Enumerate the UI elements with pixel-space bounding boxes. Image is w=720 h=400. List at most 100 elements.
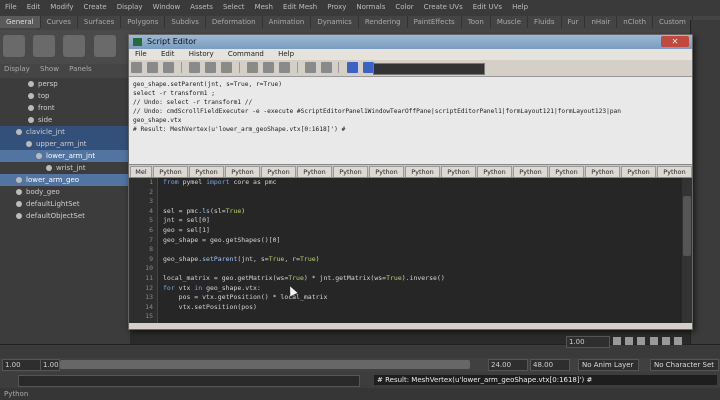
echo-commands-icon[interactable] <box>188 62 200 73</box>
clear-history-icon[interactable] <box>221 62 233 73</box>
list-icon[interactable] <box>321 62 333 73</box>
menu-item[interactable]: File <box>0 0 22 11</box>
shelf-tab[interactable]: General <box>0 16 41 28</box>
script-tab[interactable]: Python <box>297 166 332 177</box>
shelf-tab[interactable]: nCloth <box>617 16 654 28</box>
range-end-outer-field[interactable]: 48.00 <box>530 359 570 371</box>
script-tab[interactable]: Python <box>441 166 476 177</box>
menu-edit[interactable]: Edit <box>155 49 181 58</box>
shelf-tab[interactable]: Fur <box>562 16 586 28</box>
outliner-menu-display[interactable]: Display <box>4 65 30 73</box>
shelf-tab[interactable]: Surfaces <box>78 16 122 28</box>
menu-item[interactable]: Create <box>78 0 111 11</box>
menu-item[interactable]: Modify <box>45 0 78 11</box>
outliner-item[interactable]: body_geo <box>0 186 130 198</box>
range-end-field[interactable]: 24.00 <box>488 359 528 371</box>
play-forward-icon[interactable] <box>649 337 658 345</box>
close-button[interactable]: ✕ <box>661 36 689 47</box>
script-tab[interactable]: Python <box>333 166 368 177</box>
outliner-item[interactable]: upper_arm_jnt <box>0 138 130 150</box>
show-input-icon[interactable] <box>263 62 275 73</box>
range-slider-bar[interactable] <box>60 360 470 369</box>
menu-item[interactable]: Assets <box>185 0 218 11</box>
outliner-item[interactable]: top <box>0 90 130 102</box>
shelf-tab[interactable]: Fluids <box>528 16 562 28</box>
outliner-menu-show[interactable]: Show <box>40 65 59 73</box>
step-forward-icon[interactable] <box>661 337 670 345</box>
shelf-tool-icon[interactable] <box>63 35 86 57</box>
character-set-dropdown[interactable]: No Character Set <box>650 359 719 371</box>
menu-file[interactable]: File <box>129 49 153 58</box>
script-tab[interactable]: Python <box>585 166 620 177</box>
outliner-item[interactable]: defaultLightSet <box>0 198 130 210</box>
menu-item[interactable]: Window <box>148 0 186 11</box>
shelf-tab[interactable]: Polygons <box>121 16 166 28</box>
script-tab[interactable]: Python <box>405 166 440 177</box>
menu-item[interactable]: Normals <box>351 0 390 11</box>
menu-item[interactable]: Mesh <box>250 0 278 11</box>
outliner-item[interactable]: lower_arm_jnt <box>0 150 130 162</box>
shelf-tab[interactable]: Subdivs <box>165 16 206 28</box>
source-script-icon[interactable] <box>147 62 159 73</box>
menu-item[interactable]: Edit Mesh <box>278 0 322 11</box>
menu-help[interactable]: Help <box>272 49 300 58</box>
go-to-start-icon[interactable] <box>613 337 621 345</box>
script-tab[interactable]: Python <box>621 166 656 177</box>
shelf-tab[interactable]: Custom <box>653 16 693 28</box>
menu-item[interactable]: Display <box>112 0 148 11</box>
shelf-tool-icon[interactable] <box>93 35 116 57</box>
menu-history[interactable]: History <box>183 49 220 58</box>
script-tab[interactable]: Python <box>261 166 296 177</box>
play-backward-icon[interactable] <box>637 337 646 345</box>
shelf-tab[interactable]: PaintEffects <box>408 16 462 28</box>
scrollbar-thumb[interactable] <box>683 196 691 256</box>
outliner-item[interactable]: wrist_jnt <box>0 162 130 174</box>
shelf-tool-icon[interactable] <box>3 35 25 57</box>
anim-layer-dropdown[interactable]: No Anim Layer <box>578 359 639 371</box>
execute-all-icon[interactable] <box>346 62 358 73</box>
outliner-item[interactable]: clavicle_jnt <box>0 126 130 138</box>
script-tab[interactable]: Python <box>657 166 692 177</box>
script-tab[interactable]: Python <box>189 166 224 177</box>
menu-item[interactable]: Select <box>218 0 250 11</box>
range-start-field[interactable]: 1.00 <box>2 359 42 371</box>
shelf-tab[interactable]: Deformation <box>206 16 263 28</box>
outliner-item[interactable]: front <box>0 102 130 114</box>
menu-item[interactable]: Edit <box>22 0 46 11</box>
list-icon[interactable] <box>304 62 316 73</box>
code-input-pane[interactable]: 1 2 3 4 5 6 7 8 9 10 11 12 13 14 15 from pymel import … <box>129 178 692 323</box>
script-tab[interactable]: Python <box>513 166 548 177</box>
go-to-end-icon[interactable] <box>674 337 683 345</box>
shelf-tab[interactable]: nHair <box>585 16 618 28</box>
script-tab[interactable]: Python <box>477 166 512 177</box>
search-field[interactable] <box>373 63 485 75</box>
script-tab[interactable]: Mel <box>130 166 152 177</box>
outliner-item[interactable]: lower_arm_geo <box>0 174 130 186</box>
outliner-item[interactable]: side <box>0 114 130 126</box>
command-input[interactable] <box>18 375 360 387</box>
outliner-menu-panels[interactable]: Panels <box>69 65 92 73</box>
menu-item[interactable]: Help <box>507 0 533 11</box>
shelf-tab[interactable]: Curves <box>41 16 78 28</box>
show-both-icon[interactable] <box>279 62 291 73</box>
save-script-icon[interactable] <box>163 62 175 73</box>
current-time-field[interactable]: 1.00 <box>566 336 610 348</box>
shelf-tab[interactable]: Rendering <box>359 16 408 28</box>
script-tab[interactable]: Python <box>225 166 260 177</box>
history-pane[interactable]: geo_shape.setParent(jnt, s=True, r=True)… <box>129 77 692 164</box>
shelf-tab[interactable]: Toon <box>462 16 491 28</box>
shelf-tool-icon[interactable] <box>33 35 56 57</box>
script-tab[interactable]: Python <box>549 166 584 177</box>
show-line-numbers-icon[interactable] <box>205 62 217 73</box>
script-tab[interactable]: Python <box>153 166 188 177</box>
range-start-inner-field[interactable]: 1.00 <box>40 359 60 371</box>
script-tab[interactable]: Python <box>369 166 404 177</box>
outliner-item[interactable]: defaultObjectSet <box>0 210 130 222</box>
script-editor-titlebar[interactable]: Script Editor ✕ <box>129 35 692 49</box>
open-script-icon[interactable] <box>131 62 142 73</box>
menu-command[interactable]: Command <box>222 49 270 58</box>
shelf-tab[interactable]: Animation <box>263 16 312 28</box>
menu-item[interactable]: Create UVs <box>419 0 468 11</box>
menu-item[interactable]: Proxy <box>322 0 351 11</box>
menu-item[interactable]: Color <box>390 0 418 11</box>
